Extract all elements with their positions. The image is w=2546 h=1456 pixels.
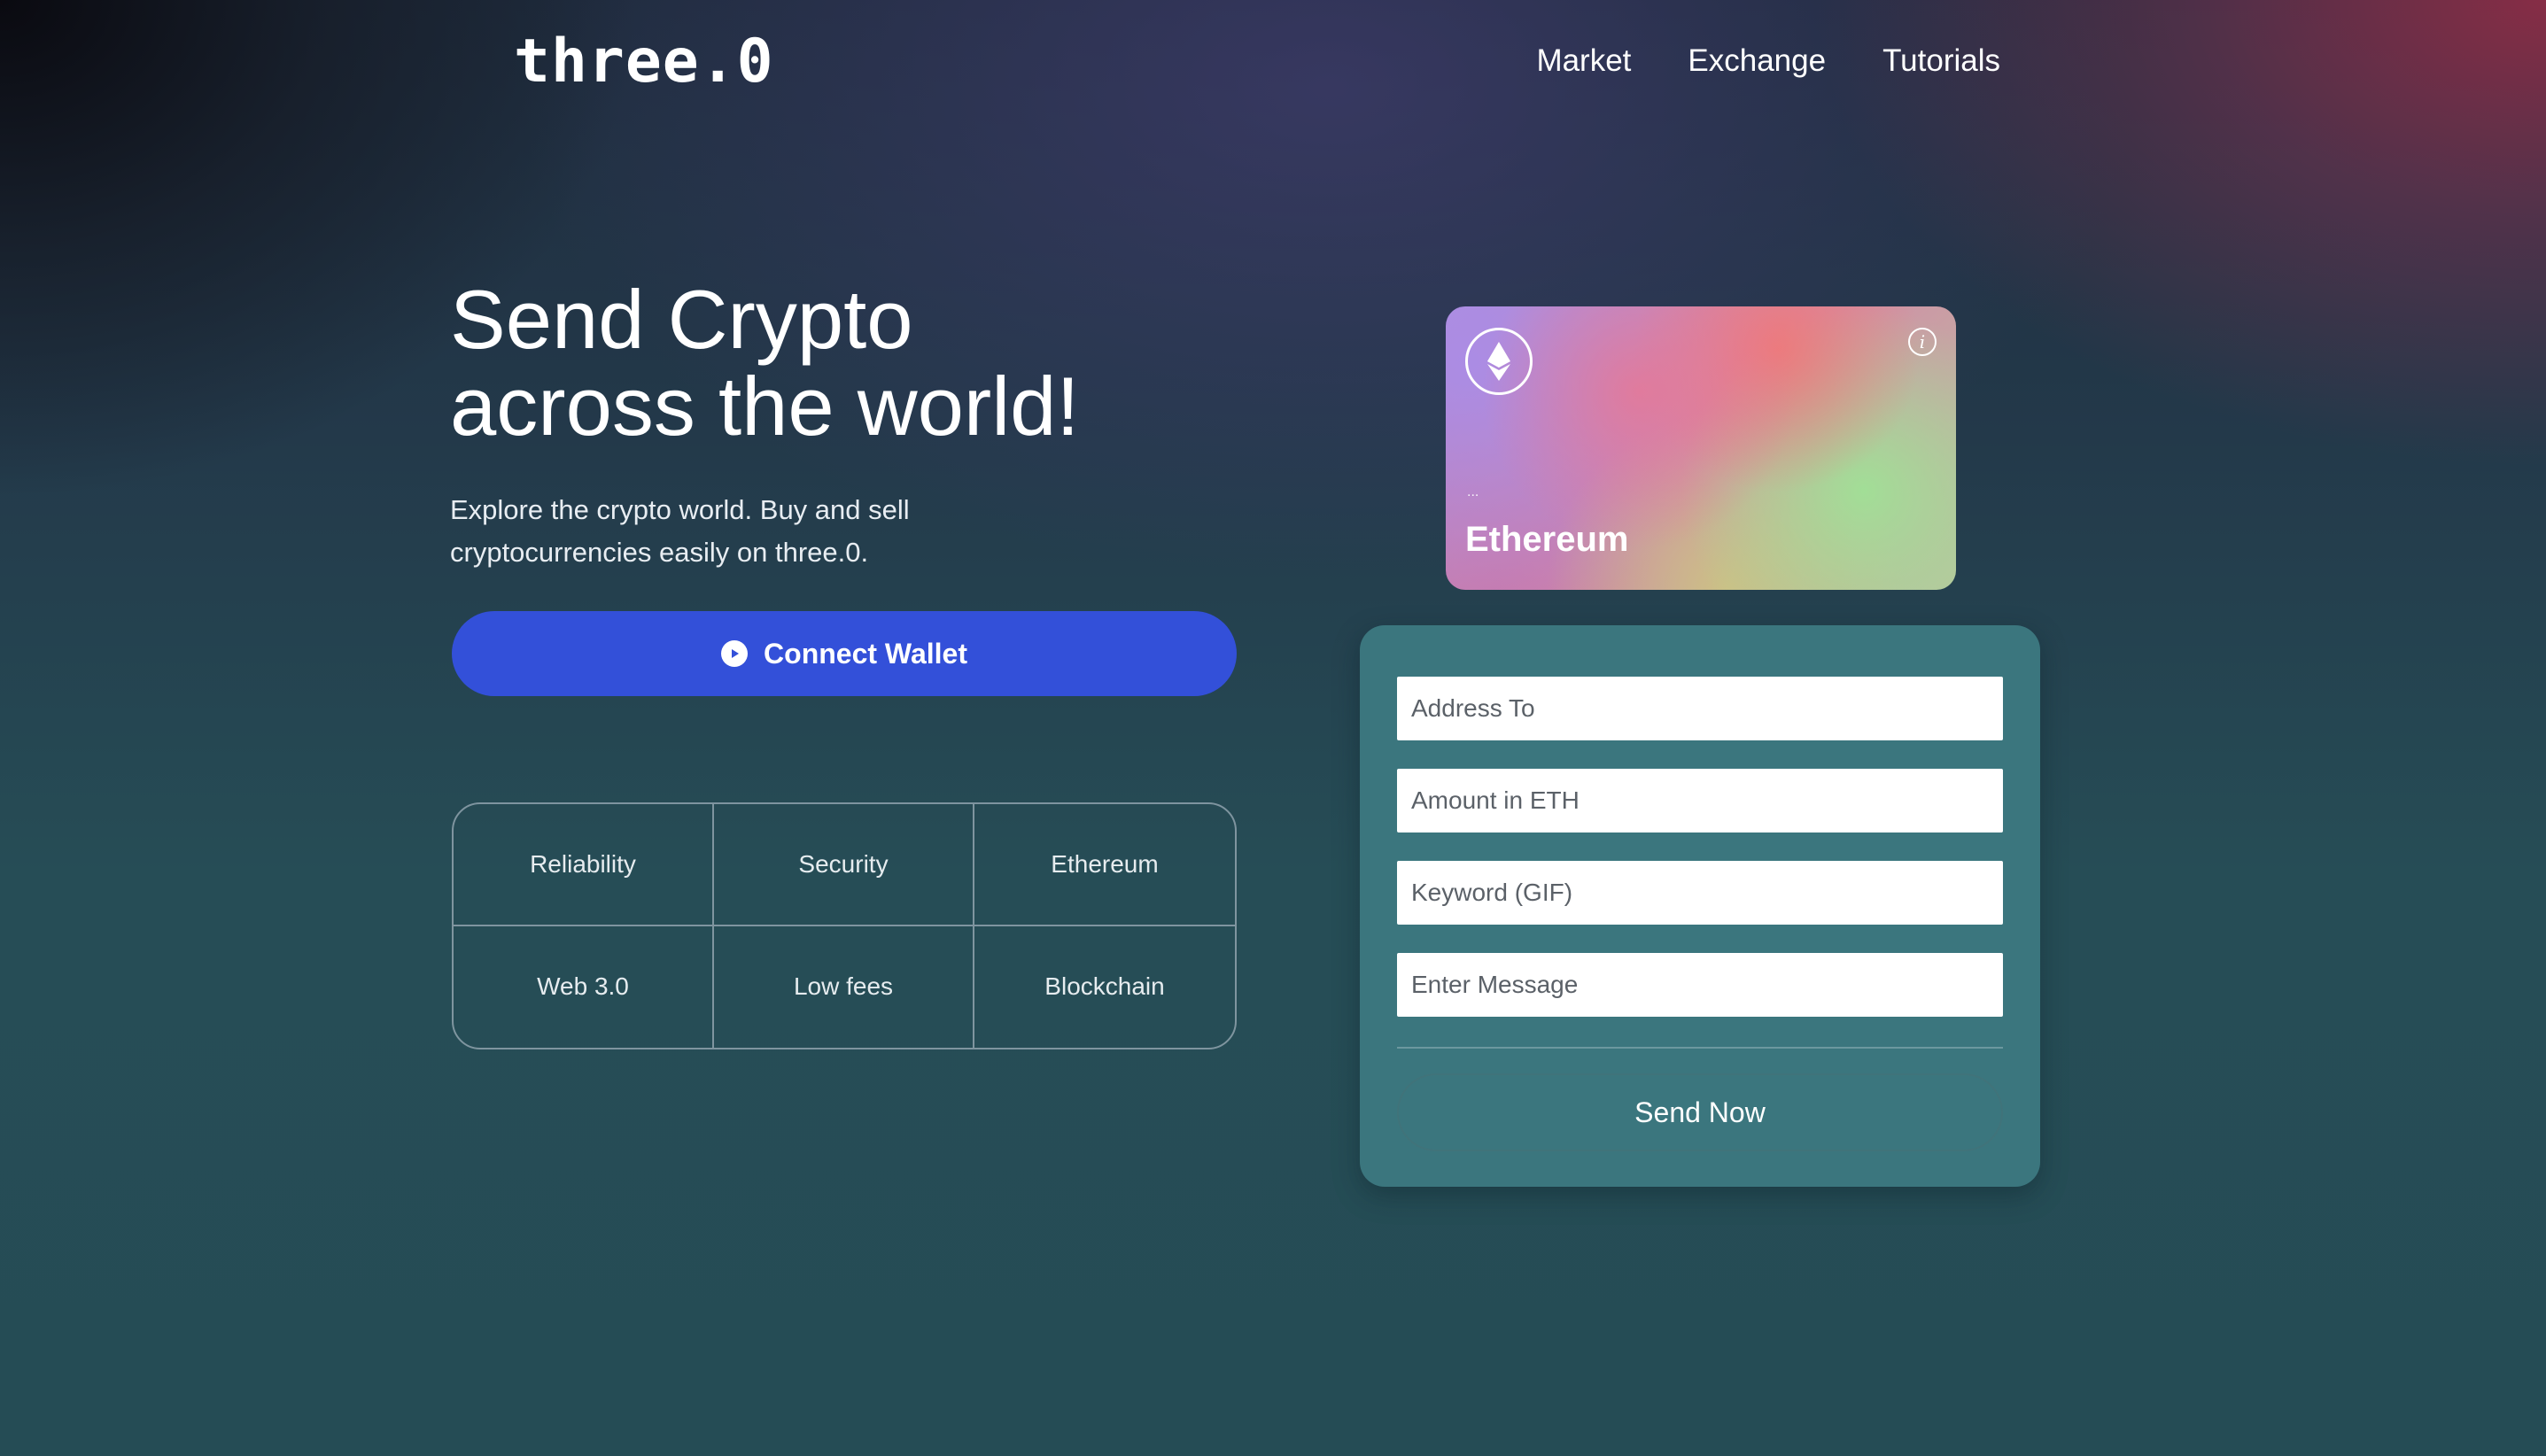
info-icon[interactable]: i — [1908, 328, 1937, 356]
nav-link-exchange[interactable]: Exchange — [1688, 39, 1826, 83]
feature-reliability: Reliability — [454, 804, 714, 926]
connect-wallet-label: Connect Wallet — [764, 637, 967, 670]
feature-ethereum: Ethereum — [974, 804, 1235, 926]
hero-title-line-1: Send Crypto — [450, 273, 913, 366]
hero-subtitle: Explore the crypto world. Buy and sell c… — [450, 494, 910, 568]
card-coin-name: Ethereum — [1465, 520, 1629, 559]
play-circle-icon — [721, 640, 749, 667]
feature-web3: Web 3.0 — [454, 925, 714, 1048]
nav-link-market[interactable]: Market — [1536, 39, 1631, 83]
card-address: ... — [1467, 484, 1479, 500]
connect-wallet-button[interactable]: Connect Wallet — [452, 611, 1237, 696]
ethereum-card: i ... Ethereum — [1446, 306, 1956, 590]
feature-low-fees: Low fees — [714, 925, 974, 1048]
feature-security: Security — [714, 804, 974, 926]
hero-title-line-2: across the world! — [450, 360, 1080, 453]
send-form: Send Now — [1360, 625, 2040, 1187]
main-nav: Market Exchange Tutorials — [1536, 39, 2000, 83]
message-input[interactable] — [1397, 953, 2003, 1017]
form-divider — [1397, 1047, 2003, 1049]
keyword-input[interactable] — [1397, 861, 2003, 925]
ethereum-icon — [1465, 328, 1533, 395]
nav-link-tutorials[interactable]: Tutorials — [1882, 39, 2000, 83]
amount-input[interactable] — [1397, 769, 2003, 833]
hero-title: Send Crypto across the world! — [450, 276, 1080, 450]
site-logo[interactable]: three.0 — [514, 27, 774, 97]
address-to-input[interactable] — [1397, 677, 2003, 740]
send-now-button[interactable]: Send Now — [1397, 1073, 2003, 1151]
features-grid: Reliability Security Ethereum Web 3.0 Lo… — [452, 802, 1237, 1049]
feature-blockchain: Blockchain — [1044, 972, 1165, 1001]
